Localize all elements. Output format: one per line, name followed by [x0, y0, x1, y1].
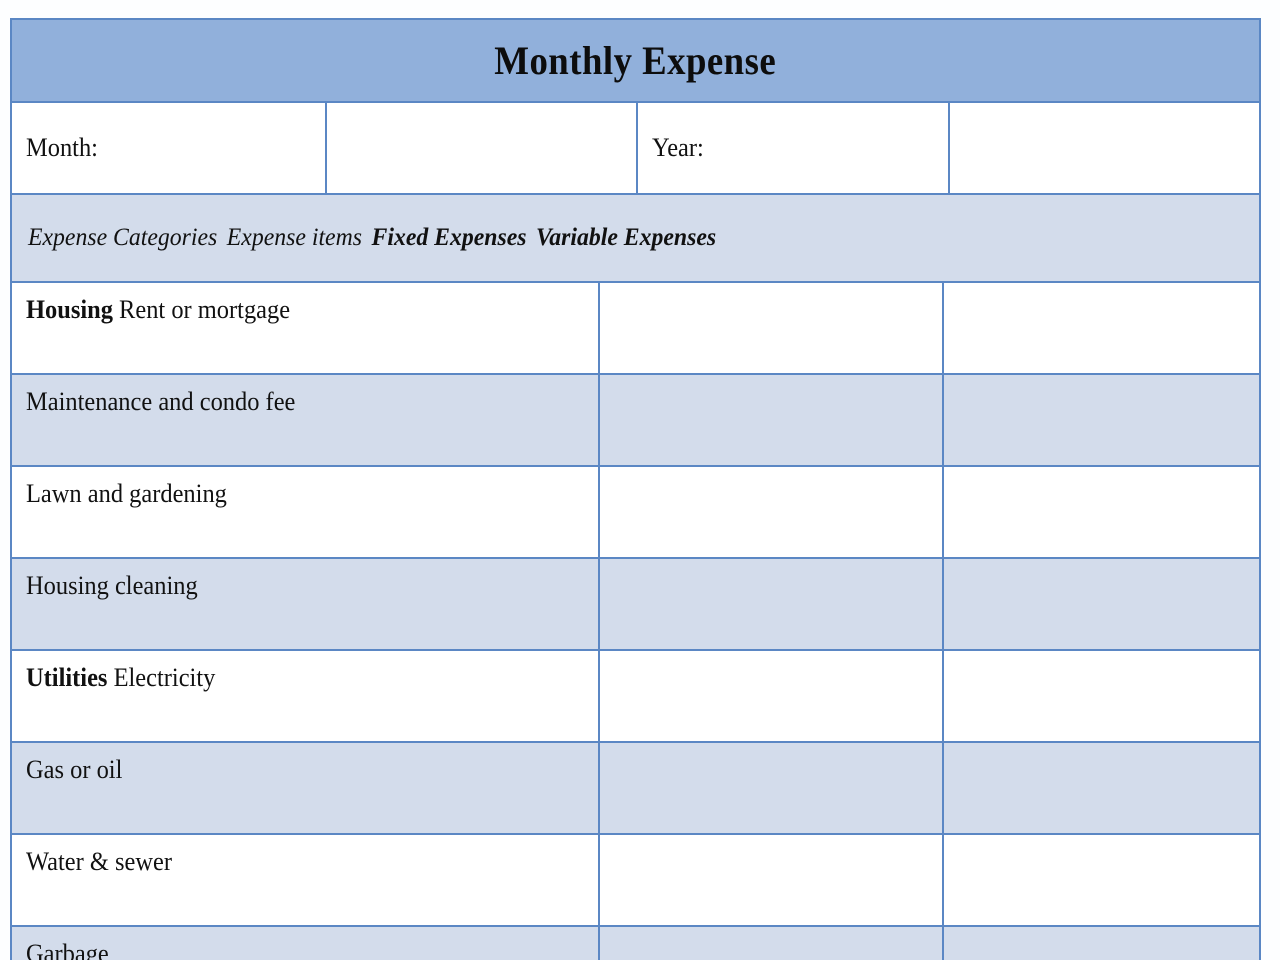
year-label-cell: Year:	[636, 103, 948, 193]
expense-item-label: Housing cleaning	[26, 571, 198, 600]
expense-item-label: Garbage	[26, 939, 109, 960]
expense-item-cell: Gas or oil	[12, 743, 598, 833]
table-row: Garbage	[10, 927, 1261, 960]
expense-item-label: Maintenance and condo fee	[26, 387, 296, 416]
expense-item-text: Gas or oil	[26, 753, 122, 785]
table-row: Water & sewer	[10, 835, 1261, 927]
variable-expense-cell[interactable]	[942, 835, 1259, 925]
table-row: Housing cleaning	[10, 559, 1261, 651]
fixed-expense-cell[interactable]	[598, 835, 942, 925]
expense-item-text: Garbage	[26, 937, 109, 960]
variable-expense-cell[interactable]	[942, 467, 1259, 557]
column-header-items: Expense items	[226, 224, 362, 251]
expense-item-label: Rent or mortgage	[119, 295, 291, 324]
expense-item-cell: Garbage	[12, 927, 598, 960]
expense-item-label: Gas or oil	[26, 755, 123, 784]
fixed-expense-cell[interactable]	[598, 467, 942, 557]
month-label-cell: Month:	[12, 103, 325, 193]
expense-item-text: Water & sewer	[26, 845, 172, 877]
column-header-row: Expense Categories Expense items Fixed Exp…	[10, 195, 1261, 283]
year-label: Year:	[652, 133, 704, 162]
expense-rows: Housing Rent or mortgage Maintenance and …	[10, 283, 1261, 960]
table-row: Maintenance and condo fee	[10, 375, 1261, 467]
fixed-expense-cell[interactable]	[598, 927, 942, 960]
fixed-expense-cell[interactable]	[598, 283, 942, 373]
fixed-expense-cell[interactable]	[598, 651, 942, 741]
expense-item-cell: Water & sewer	[12, 835, 598, 925]
variable-expense-cell[interactable]	[942, 559, 1259, 649]
expense-item-cell: Lawn and gardening	[12, 467, 598, 557]
expense-item-text: Utilities Electricity	[26, 661, 215, 693]
fixed-expense-cell[interactable]	[598, 559, 942, 649]
expense-item-label: Electricity	[113, 663, 216, 692]
fixed-expense-cell[interactable]	[598, 375, 942, 465]
column-header-categories: Expense Categories	[28, 224, 218, 251]
monthly-expense-table: Monthly Expense Month: Year: Expense Cat…	[10, 18, 1261, 960]
column-header-cell: Expense Categories Expense items Fixed Exp…	[12, 195, 1259, 281]
table-row: Gas or oil	[10, 743, 1261, 835]
variable-expense-cell[interactable]	[942, 927, 1259, 960]
table-row: Utilities Electricity	[10, 651, 1261, 743]
expense-category-label: Utilities	[26, 663, 108, 692]
year-value-cell[interactable]	[948, 103, 1259, 193]
table-title-bar: Monthly Expense	[10, 18, 1261, 103]
fixed-expense-cell[interactable]	[598, 743, 942, 833]
column-header-variable: Variable Expenses	[536, 224, 717, 251]
month-label: Month:	[26, 133, 98, 162]
expense-item-text: Lawn and gardening	[26, 477, 227, 509]
month-year-row: Month: Year:	[10, 103, 1261, 195]
variable-expense-cell[interactable]	[942, 375, 1259, 465]
column-header-fixed: Fixed Expenses	[371, 224, 527, 251]
expense-item-cell: Housing cleaning	[12, 559, 598, 649]
expense-item-label: Water & sewer	[26, 847, 172, 876]
variable-expense-cell[interactable]	[942, 743, 1259, 833]
expense-item-text: Maintenance and condo fee	[26, 385, 295, 417]
expense-item-cell: Maintenance and condo fee	[12, 375, 598, 465]
page-title: Monthly Expense	[494, 37, 777, 83]
table-row: Lawn and gardening	[10, 467, 1261, 559]
variable-expense-cell[interactable]	[942, 651, 1259, 741]
expense-item-cell: Utilities Electricity	[12, 651, 598, 741]
table-row: Housing Rent or mortgage	[10, 283, 1261, 375]
month-value-cell[interactable]	[325, 103, 636, 193]
expense-item-text: Housing Rent or mortgage	[26, 293, 290, 325]
variable-expense-cell[interactable]	[942, 283, 1259, 373]
expense-category-label: Housing	[26, 295, 113, 324]
expense-item-label: Lawn and gardening	[26, 479, 227, 508]
expense-item-text: Housing cleaning	[26, 569, 198, 601]
expense-sheet: Monthly Expense Month: Year: Expense Cat…	[0, 0, 1280, 960]
column-header-text: Expense Categories Expense items Fixed Exp…	[28, 224, 716, 252]
expense-item-cell: Housing Rent or mortgage	[12, 283, 598, 373]
